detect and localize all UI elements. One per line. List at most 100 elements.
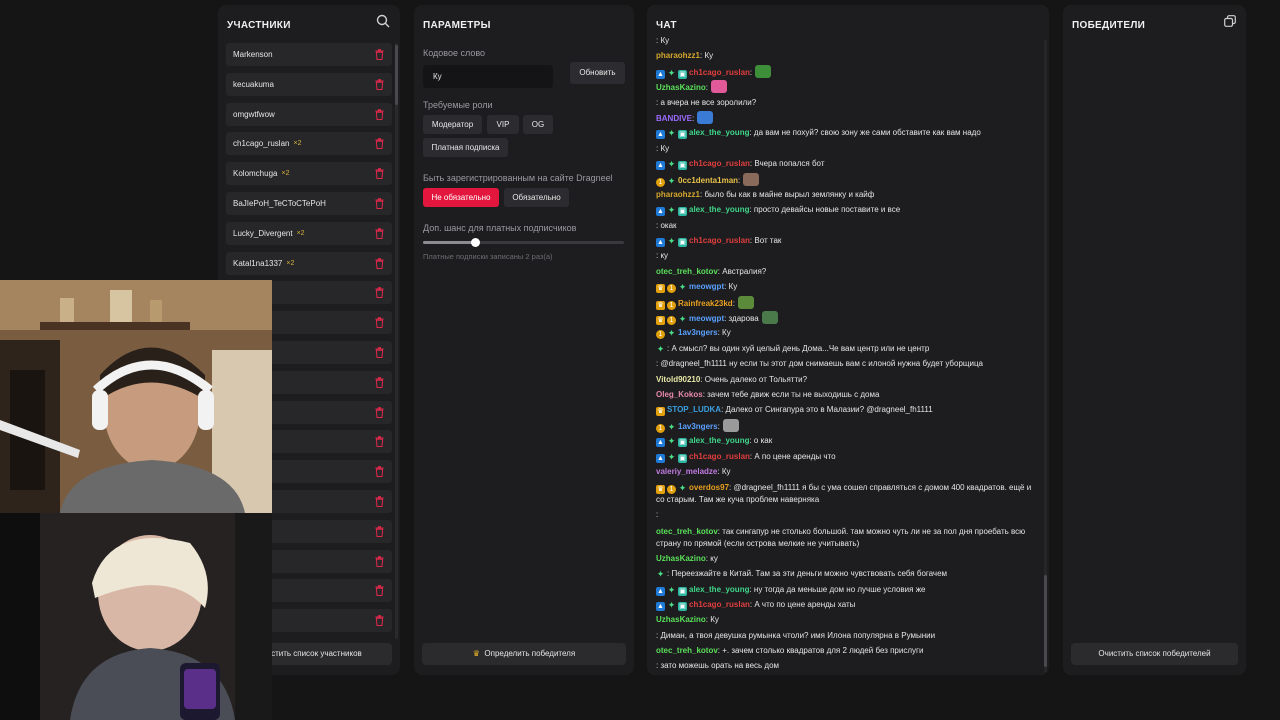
chat-username[interactable]: UzhasKazino bbox=[656, 83, 706, 92]
chat-text: : Ку bbox=[656, 36, 670, 45]
chat-username[interactable]: UzhasKazino bbox=[656, 615, 706, 624]
trash-icon[interactable] bbox=[375, 108, 384, 120]
star-badge-icon: ✦ bbox=[667, 128, 676, 139]
chat-text: : +. зачем столько квадратов для 2 людей… bbox=[717, 646, 924, 656]
participant-multiplier: ×2 bbox=[293, 140, 302, 148]
search-icon[interactable] bbox=[376, 14, 390, 28]
chat-username[interactable]: Rainfreak23kd bbox=[678, 299, 733, 308]
chat-text: : Ку bbox=[700, 51, 714, 61]
trash-icon[interactable] bbox=[375, 347, 384, 358]
roles-label: Требуемые роли bbox=[423, 100, 493, 110]
trash-icon[interactable] bbox=[375, 376, 384, 388]
chat-username[interactable]: valeriy_meladze bbox=[656, 467, 717, 476]
chat-username[interactable]: alex_the_young bbox=[689, 436, 749, 445]
chat-username[interactable]: Oleg_Kokos bbox=[656, 390, 703, 399]
chat-username[interactable]: 1av3ngers bbox=[678, 422, 718, 431]
chance-slider-fill bbox=[423, 241, 476, 244]
chat-scroll-thumb[interactable] bbox=[1044, 575, 1047, 667]
chat-message: ▲ ✦ ▣ ch1cago_ruslan: Вот так bbox=[656, 234, 1036, 249]
clear-winners-button[interactable]: Очистить список победителей bbox=[1071, 643, 1238, 665]
role-paid-sub-button[interactable]: Платная подписка bbox=[423, 138, 508, 157]
trash-icon[interactable] bbox=[375, 555, 384, 567]
emote-icon bbox=[711, 80, 728, 94]
chat-username[interactable]: otec_treh_kotov bbox=[656, 527, 718, 536]
chat-username[interactable]: BANDIVE bbox=[656, 114, 692, 123]
chat-username[interactable]: 0cc1denta1man bbox=[678, 176, 738, 185]
emote-icon bbox=[761, 311, 778, 325]
codeword-input[interactable]: Ку bbox=[423, 65, 553, 88]
codeword-label: Кодовое слово bbox=[423, 48, 486, 58]
trash-icon[interactable] bbox=[375, 466, 384, 478]
chat-username[interactable]: otec_treh_kotov bbox=[656, 646, 718, 655]
gift-badge-icon: ▣ bbox=[678, 238, 687, 248]
trash-icon[interactable] bbox=[375, 168, 384, 180]
trash-icon[interactable] bbox=[375, 496, 384, 507]
trash-icon[interactable] bbox=[375, 585, 384, 597]
participants-scroll-thumb[interactable] bbox=[395, 45, 398, 105]
role-moderator-button[interactable]: Модератор bbox=[423, 115, 482, 134]
gift-badge-icon: ▣ bbox=[678, 69, 687, 79]
star-badge-icon: ✦ bbox=[678, 282, 687, 293]
chat-message: ▲ ✦ ▣ alex_the_young: о как bbox=[656, 434, 1036, 449]
trash-icon[interactable] bbox=[375, 525, 384, 537]
gift-badge-icon: ▣ bbox=[678, 207, 687, 217]
trash-icon[interactable] bbox=[375, 198, 384, 209]
chat-username[interactable]: overdos97 bbox=[689, 483, 729, 492]
chat-username[interactable]: ch1cago_ruslan bbox=[689, 236, 750, 245]
copy-icon[interactable] bbox=[1224, 15, 1236, 27]
trash-icon[interactable] bbox=[375, 406, 384, 418]
gift-badge-icon: ▣ bbox=[678, 453, 687, 463]
role-og-button[interactable]: OG bbox=[523, 115, 553, 134]
chat-username[interactable]: otec_treh_kotov bbox=[656, 267, 718, 276]
coin-badge-icon: 1 bbox=[667, 300, 676, 310]
trash-icon[interactable] bbox=[375, 317, 384, 329]
gift-badge-icon: ▣ bbox=[678, 161, 687, 171]
determine-winner-button[interactable]: ♛ Определить победителя bbox=[422, 643, 626, 665]
chance-slider[interactable] bbox=[423, 238, 624, 247]
chat-username[interactable]: alex_the_young bbox=[689, 205, 749, 214]
chance-slider-handle[interactable] bbox=[470, 238, 480, 247]
not-required-button[interactable]: Не обязательно bbox=[423, 188, 499, 207]
determine-winner-label: Определить победителя bbox=[484, 649, 576, 658]
participant-row: Markenson bbox=[226, 43, 392, 66]
chat-username[interactable]: pharaohzz1 bbox=[656, 190, 700, 199]
trash-icon[interactable] bbox=[375, 615, 384, 627]
chat-username[interactable]: ch1cago_ruslan bbox=[689, 68, 750, 77]
participant-multiplier: ×2 bbox=[286, 259, 295, 267]
chat-username[interactable]: STOP_LUDKA bbox=[667, 405, 721, 414]
chat-username[interactable]: meowgpt bbox=[689, 282, 724, 291]
participant-name: omgwtfwow bbox=[233, 109, 275, 119]
participants-scrollbar[interactable] bbox=[395, 43, 398, 639]
emote-icon bbox=[743, 172, 760, 186]
trash-icon[interactable] bbox=[375, 49, 384, 60]
trash-icon[interactable] bbox=[375, 138, 384, 150]
chat-username[interactable]: alex_the_young bbox=[689, 585, 749, 594]
trash-icon[interactable] bbox=[375, 257, 384, 269]
coin-badge-icon: 1 bbox=[667, 316, 676, 326]
chat-message: UzhasKazino: bbox=[656, 80, 1036, 95]
participant-name: Kolomchuga bbox=[233, 169, 278, 179]
chat-username[interactable]: alex_the_young bbox=[689, 128, 749, 137]
trash-icon[interactable] bbox=[375, 436, 384, 448]
chat-username[interactable]: Vitold90210 bbox=[656, 375, 700, 384]
chat-username[interactable]: ch1cago_ruslan bbox=[689, 159, 750, 168]
chat-username[interactable]: ch1cago_ruslan bbox=[689, 600, 750, 609]
chat-username[interactable]: pharaohzz1 bbox=[656, 51, 700, 60]
star-badge-icon: ✦ bbox=[678, 314, 687, 325]
chat-message: ▲ ✦ ▣ ch1cago_ruslan: bbox=[656, 64, 1036, 80]
chat-username[interactable]: ch1cago_ruslan bbox=[689, 452, 750, 461]
trash-icon[interactable] bbox=[375, 287, 384, 299]
update-button[interactable]: Обновить bbox=[570, 62, 625, 84]
trash-icon[interactable] bbox=[375, 78, 384, 90]
chat-username[interactable]: 1av3ngers bbox=[678, 328, 718, 337]
role-vip-button[interactable]: VIP bbox=[487, 115, 519, 134]
trash-icon[interactable] bbox=[375, 227, 384, 239]
chat-username[interactable]: UzhasKazino bbox=[656, 554, 706, 563]
chat-username[interactable]: meowgpt bbox=[689, 314, 724, 323]
prime-badge-icon: ▲ bbox=[656, 586, 665, 596]
participant-row: kecuakuma bbox=[226, 72, 392, 96]
chat-message: 1 ✦ 0cc1denta1man: bbox=[656, 172, 1036, 188]
star-badge-icon: ✦ bbox=[678, 483, 687, 494]
chat-text: : о как bbox=[749, 436, 773, 446]
required-button[interactable]: Обязательно bbox=[504, 188, 569, 207]
